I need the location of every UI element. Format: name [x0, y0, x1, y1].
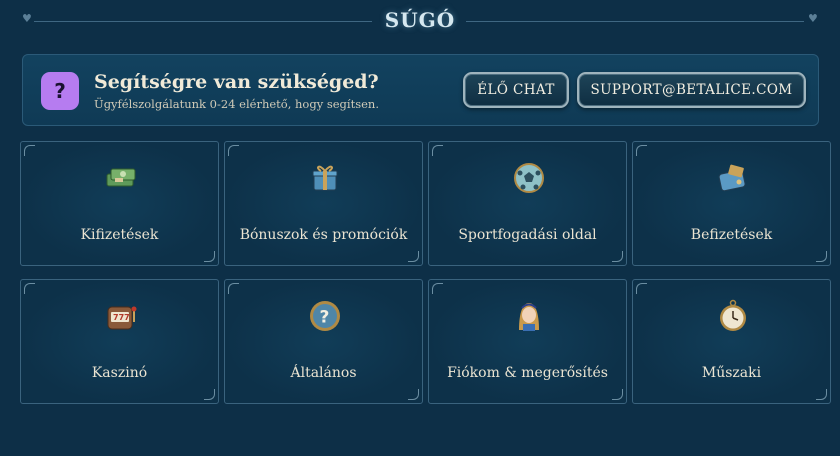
help-subtitle: Ügyfélszolgálatunk 0-24 elérhető, hogy s…: [94, 97, 379, 111]
soccer-ball-icon: [514, 163, 544, 193]
category-card-general[interactable]: ? Általános: [224, 279, 423, 404]
gift-box-icon: [312, 165, 338, 191]
category-card-casino[interactable]: 777 Kaszinó: [20, 279, 219, 404]
category-label: Befizetések: [690, 227, 773, 243]
page-title: SÚGÓ: [384, 8, 456, 32]
question-badge-icon: ?: [310, 301, 340, 331]
category-label: Kifizetések: [80, 227, 159, 243]
help-title: Segítségre van szükséged?: [94, 71, 379, 93]
heart-ornament-icon: ♥: [808, 12, 818, 25]
category-card-deposits[interactable]: Befizetések: [632, 141, 831, 266]
category-label: Fiókom & megerősítés: [447, 365, 608, 381]
page-header: ♥ SÚGÓ ♥: [0, 0, 840, 44]
svg-text:?: ?: [320, 308, 330, 328]
alice-avatar-icon: [519, 303, 539, 331]
category-card-account[interactable]: Fiókom & megerősítés: [428, 279, 627, 404]
category-card-technical[interactable]: Műszaki: [632, 279, 831, 404]
category-card-bonuses[interactable]: Bónuszok és promóciók: [224, 141, 423, 266]
help-banner: ? Segítségre van szükséged? Ügyfélszolgá…: [22, 54, 819, 126]
category-label: Kaszinó: [91, 365, 148, 381]
category-card-sportsbook[interactable]: Sportfogadási oldal: [428, 141, 627, 266]
svg-text:777: 777: [113, 313, 130, 322]
pocket-watch-icon: [720, 299, 746, 331]
category-label: Műszaki: [701, 365, 762, 381]
support-email-button[interactable]: SUPPORT@BETALICE.COM: [577, 72, 806, 108]
money-stack-icon: [106, 168, 136, 187]
category-label: Bónuszok és promóciók: [239, 227, 408, 243]
title-divider-right: [466, 21, 804, 22]
question-icon: ?: [41, 72, 79, 110]
live-chat-button[interactable]: ÉLŐ CHAT: [463, 72, 569, 108]
category-card-payouts[interactable]: Kifizetések: [20, 141, 219, 266]
category-label: Általános: [290, 365, 357, 381]
slot-machine-icon: 777: [107, 306, 137, 330]
category-label: Sportfogadási oldal: [458, 227, 597, 243]
wallet-icon: [718, 164, 746, 192]
